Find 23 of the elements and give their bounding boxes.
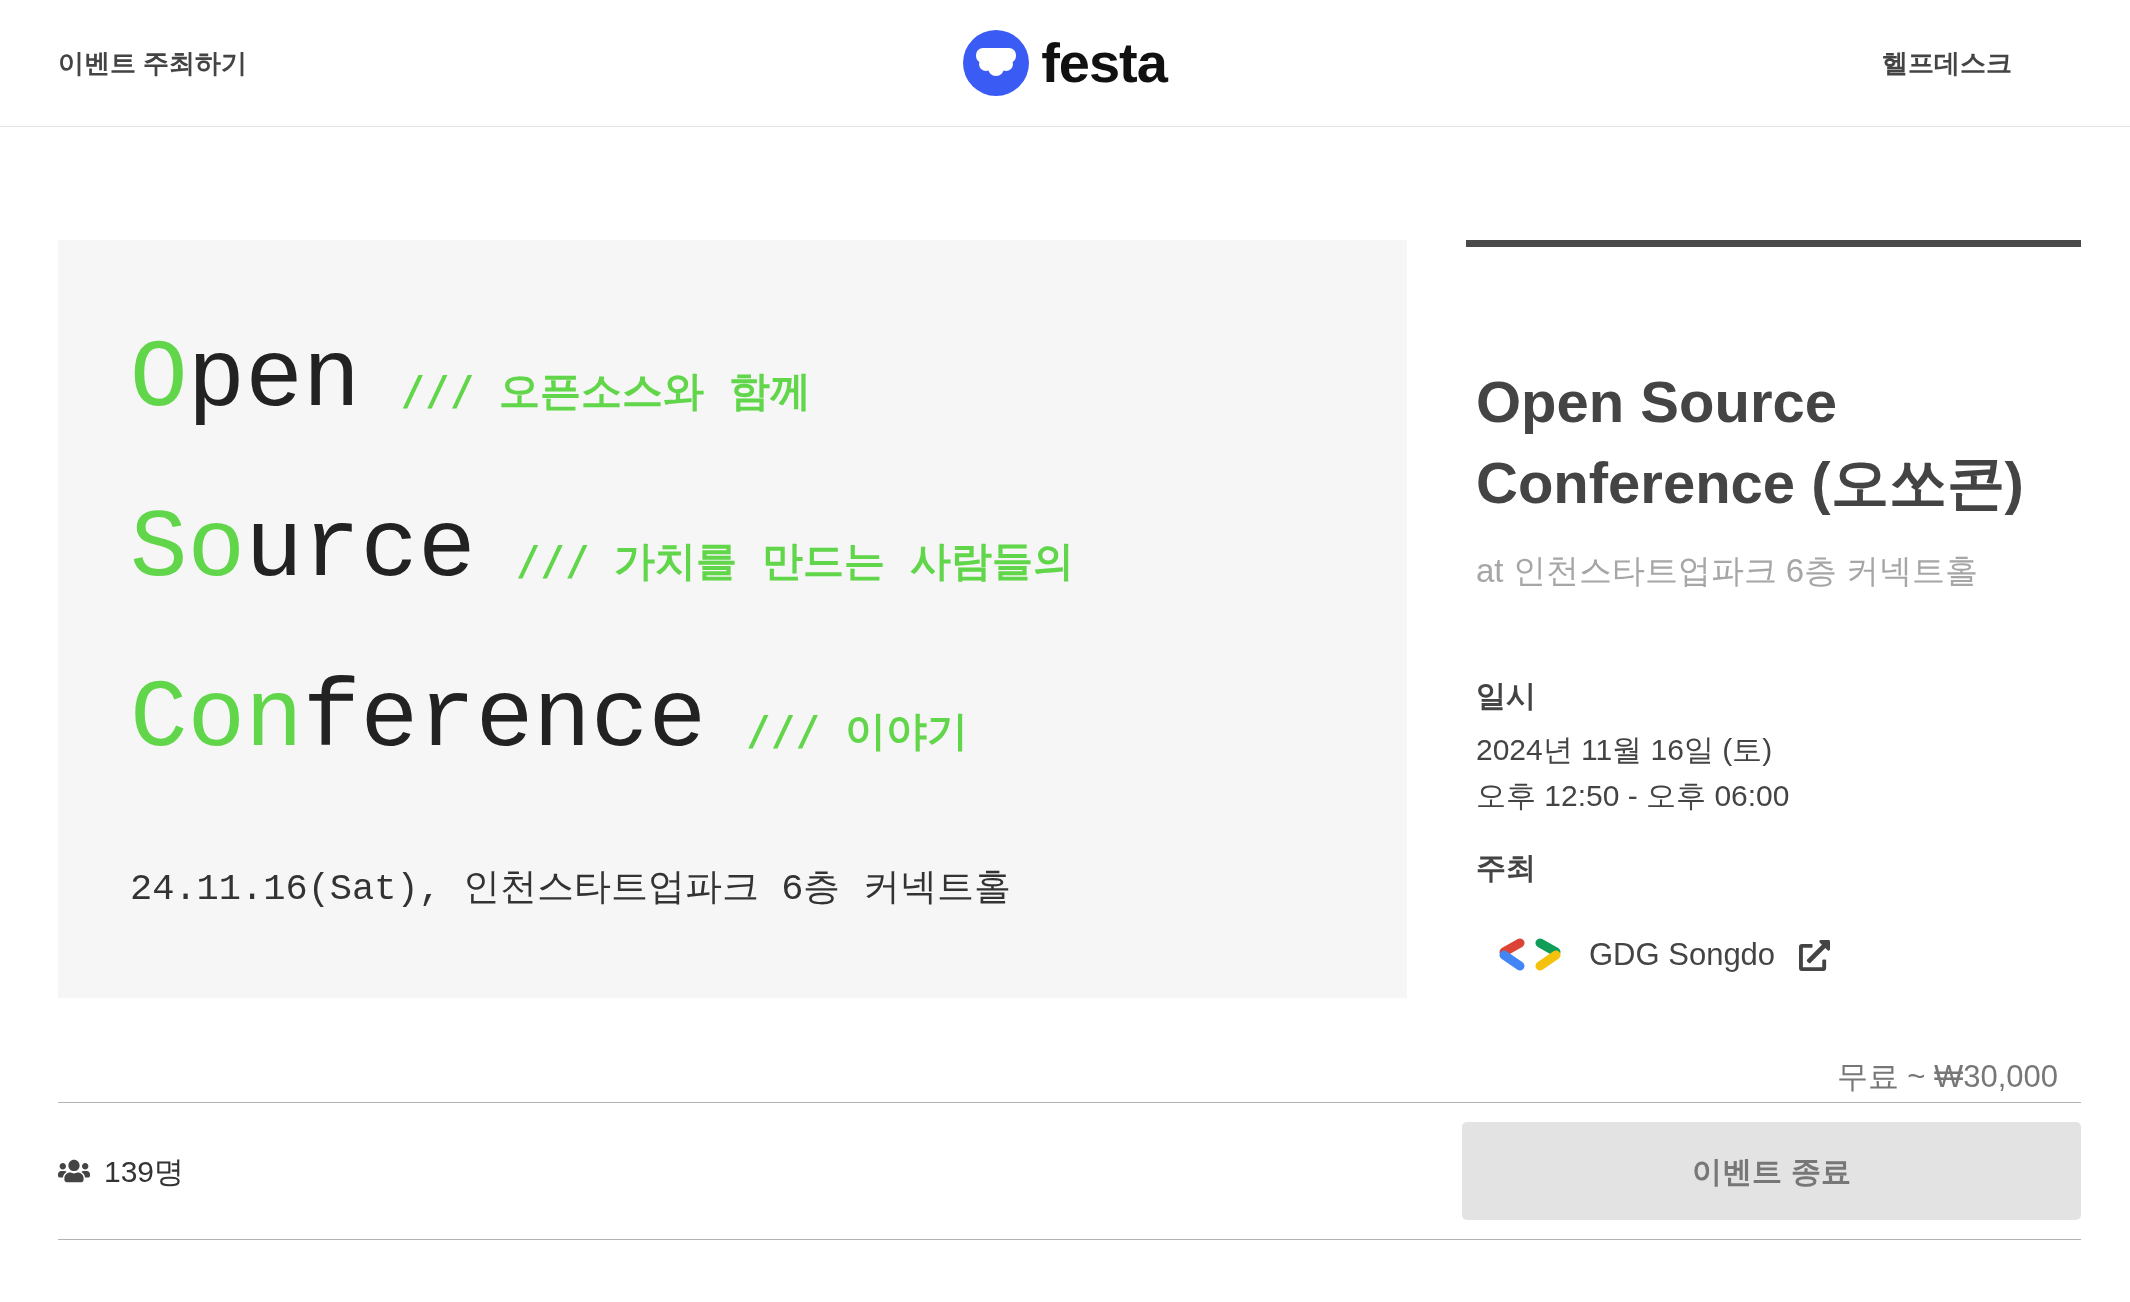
cloud-logo-icon — [963, 30, 1030, 96]
host-name-link[interactable]: GDG Songdo — [1589, 931, 1776, 979]
banner-tagline: /// 오픈소스와 함께 — [400, 366, 811, 417]
helpdesk-link[interactable]: 헬프데스크 — [1882, 43, 2012, 83]
event-venue: at 인천스타트업파크 6층 커넥트홀 — [1476, 552, 1979, 589]
section-heading: 주최 — [1476, 851, 1536, 884]
banner-tagline: /// 가치를 만드는 사람들의 — [515, 536, 1074, 587]
festa-logo-link[interactable]: festa — [963, 30, 1167, 96]
banner-word: Open — [130, 324, 361, 436]
banner-word: Conference — [130, 664, 707, 776]
banner-tagline: /// 이야기 — [746, 706, 968, 757]
banner-date-venue: 24.11.16(Sat), 인천스타트업파크 6층 커넥트홀 — [130, 867, 1011, 913]
price-range: 무료 ~ ₩30,000 — [1836, 1057, 2058, 1096]
host-event-link[interactable]: 이벤트 주최하기 — [58, 43, 248, 83]
attendee-count: 139명 — [104, 1153, 185, 1190]
banner-word: Source — [130, 494, 476, 606]
users-icon — [58, 1158, 90, 1184]
schedule-text: 2024년 11월 16일 (토) — [1476, 731, 1773, 768]
event-title: Open Source Conference (오쏘콘) — [1476, 368, 2025, 517]
chevrons-logo-icon — [1498, 938, 1562, 972]
external-link-icon[interactable] — [1799, 939, 1831, 971]
schedule-text: 오후 12:50 - 오후 06:00 — [1476, 777, 1790, 814]
section-heading: 일시 — [1476, 679, 1536, 712]
